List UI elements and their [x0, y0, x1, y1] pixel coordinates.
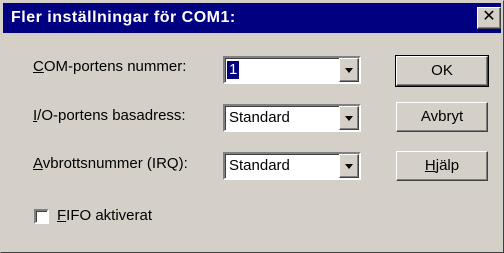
help-button[interactable]: Hjälp [396, 151, 488, 181]
com-port-number-select[interactable]: 1 [223, 56, 361, 84]
chevron-down-icon[interactable] [339, 154, 359, 178]
io-base-address-select[interactable]: Standard [223, 104, 361, 132]
fifo-checkbox[interactable] [34, 209, 49, 224]
irq-label: Avbrottsnummer (IRQ): [33, 155, 188, 172]
window-title: Fler inställningar för COM1: [11, 9, 236, 26]
com-settings-dialog: Fler inställningar för COM1: ✕ COM-porte… [0, 0, 504, 253]
io-base-address-value: Standard [229, 109, 290, 126]
com-port-number-label: COM-portens nummer: [33, 58, 187, 75]
close-icon: ✕ [482, 8, 496, 25]
chevron-down-icon[interactable] [339, 106, 359, 130]
close-button[interactable]: ✕ [477, 7, 501, 29]
ok-button[interactable]: OK [395, 55, 489, 87]
fifo-label[interactable]: FIFO aktiverat [57, 207, 152, 224]
io-base-address-label: I/O-portens basadress: [33, 107, 186, 124]
irq-value: Standard [229, 157, 290, 174]
cancel-button[interactable]: Avbryt [396, 102, 488, 132]
title-bar: Fler inställningar för COM1: ✕ [3, 3, 501, 33]
com-port-number-value: 1 [227, 61, 240, 79]
chevron-down-icon[interactable] [339, 58, 359, 82]
irq-select[interactable]: Standard [223, 152, 361, 180]
